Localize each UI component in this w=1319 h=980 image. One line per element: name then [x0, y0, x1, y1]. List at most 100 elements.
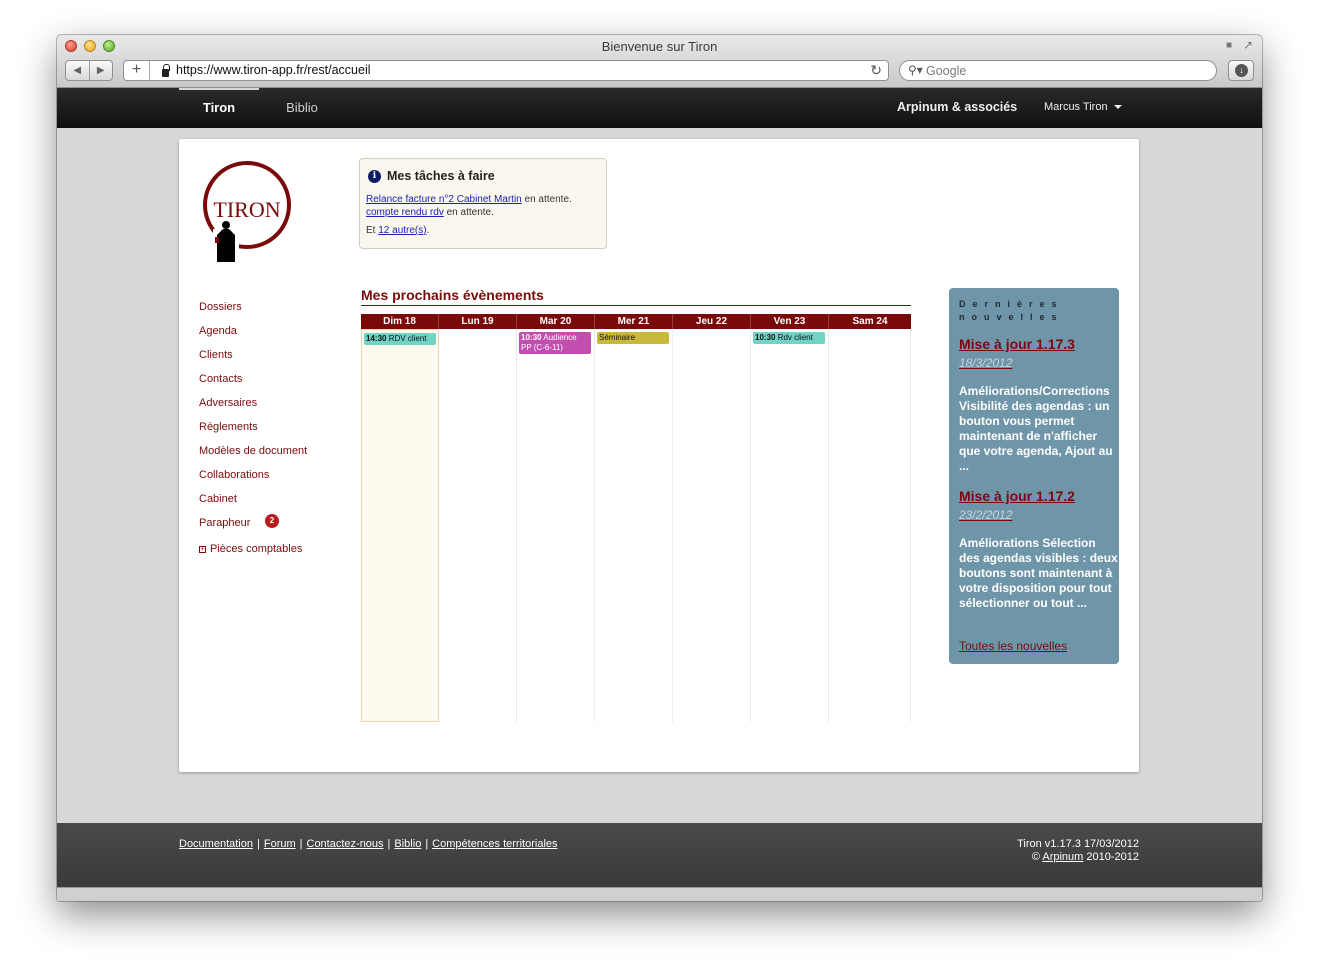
expand-icon[interactable]: +: [199, 546, 206, 553]
news-date: 23/2/2012: [959, 508, 1013, 522]
sidebar-item-modeles[interactable]: Modèles de document: [199, 445, 307, 457]
day-header[interactable]: Sam 24: [829, 314, 911, 329]
task-status: en attente.: [446, 207, 494, 218]
footer-links: Documentation | Forum | Contactez-nous | Bibli…: [179, 838, 558, 850]
footer-link-competences[interactable]: Compétences territoriales: [432, 838, 557, 850]
calendar-event[interactable]: 14:30 RDV client: [364, 333, 436, 345]
sidebar-item-adversaires[interactable]: Adversaires: [199, 397, 257, 409]
sidebar-item-collaborations[interactable]: Collaborations: [199, 469, 269, 481]
tasks-more-prefix: Et: [366, 225, 376, 236]
day-header[interactable]: Mar 20: [517, 314, 595, 329]
secure-lock-icon: [162, 64, 170, 77]
back-forward-buttons[interactable]: ◀ ▶: [65, 60, 113, 81]
divider: [361, 305, 911, 306]
address-bar[interactable]: + https://www.tiron-app.fr/rest/accueil …: [123, 60, 889, 81]
day-header[interactable]: Ven 23: [751, 314, 829, 329]
day-header[interactable]: Jeu 22: [673, 314, 751, 329]
day-column[interactable]: 10:30 Rdv client: [751, 329, 829, 722]
day-column[interactable]: [439, 329, 517, 722]
search-field[interactable]: ⚲▾ Google: [899, 60, 1217, 81]
sidebar-item-pieces-comptables[interactable]: + Pièces comptables: [199, 543, 302, 555]
task-link[interactable]: compte rendu rdv: [366, 207, 444, 218]
sidebar-item-cabinet[interactable]: Cabinet: [199, 493, 237, 505]
tab-biblio[interactable]: Biblio: [277, 88, 327, 128]
sidebar-item-label[interactable]: Pièces comptables: [210, 543, 302, 555]
copyright: © Arpinum 2010-2012: [1017, 851, 1139, 864]
all-news-link[interactable]: Toutes les nouvelles: [959, 639, 1067, 653]
calendar-event[interactable]: Séminaire: [597, 332, 669, 344]
app-navbar: Tiron Biblio Arpinum & associés Marcus T…: [57, 88, 1262, 128]
footer-link-contact[interactable]: Contactez-nous: [307, 838, 384, 850]
tasks-more-suffix: .: [426, 225, 430, 236]
window-bottom-bar: [57, 887, 1262, 901]
tasks-header: i Mes tâches à faire: [368, 169, 495, 183]
user-name[interactable]: Marcus Tiron: [1044, 101, 1108, 113]
event-label: Rdv client: [777, 333, 813, 342]
tasks-panel: i Mes tâches à faire Relance facture n°2…: [359, 158, 607, 249]
tasks-more-link[interactable]: 12 autre(s): [378, 225, 426, 236]
news-headline[interactable]: Mise à jour 1.17.2 23/2/2012: [959, 487, 1109, 524]
task-item: compte rendu rdv en attente.: [366, 207, 494, 218]
footer-link-biblio[interactable]: Biblio: [394, 838, 421, 850]
separator: |: [387, 838, 391, 850]
sidebar-item-agenda[interactable]: Agenda: [199, 325, 237, 337]
task-link[interactable]: Relance facture n°2 Cabinet Martin: [366, 194, 522, 205]
browser-window: Bienvenue sur Tiron ■ ↗ ◀ ▶ + https://ww…: [57, 35, 1262, 901]
events-title: Mes prochains évènements: [361, 287, 544, 303]
news-title: Dernières nouvelles: [959, 299, 1064, 322]
footer-link-forum[interactable]: Forum: [264, 838, 296, 850]
calendar-event[interactable]: 10:30 Audience PP (C-6-11): [519, 332, 591, 354]
news-date: 18/3/2012: [959, 356, 1013, 370]
week-calendar: Dim 18 Lun 19 Mar 20 Mer 21 Jeu 22 Ven 2…: [361, 314, 911, 722]
day-column[interactable]: Séminaire: [595, 329, 673, 722]
download-icon: ↓: [1235, 64, 1248, 77]
footer-version: Tiron v1.17.3 17/03/2012 © Arpinum 2010-…: [1017, 838, 1139, 864]
url-text[interactable]: https://www.tiron-app.fr/rest/accueil: [176, 63, 371, 77]
search-placeholder[interactable]: Google: [926, 64, 966, 78]
calendar-event[interactable]: 10:30 Rdv client: [753, 332, 825, 344]
add-bookmark-button[interactable]: +: [124, 61, 150, 80]
tasks-more: Et 12 autre(s).: [366, 225, 429, 236]
user-menu[interactable]: Marcus Tiron: [1044, 88, 1122, 126]
day-column[interactable]: 14:30 RDV client: [361, 329, 439, 722]
browser-chrome: Bienvenue sur Tiron ■ ↗ ◀ ▶ + https://ww…: [57, 35, 1262, 88]
news-panel: Dernières nouvelles Mise à jour 1.17.3 1…: [949, 288, 1119, 664]
lock-icon: ■: [1225, 40, 1232, 51]
day-header[interactable]: Lun 19: [439, 314, 517, 329]
calendar-header: Dim 18 Lun 19 Mar 20 Mer 21 Jeu 22 Ven 2…: [361, 314, 911, 329]
day-column[interactable]: [673, 329, 751, 722]
version-text: Tiron v1.17.3 17/03/2012: [1017, 838, 1139, 850]
caret-down-icon[interactable]: [1113, 105, 1122, 109]
firm-name[interactable]: Arpinum & associés: [897, 88, 1017, 126]
sidebar-item-clients[interactable]: Clients: [199, 349, 233, 361]
notification-badge: 2: [265, 514, 279, 528]
sidebar-item-label[interactable]: Parapheur: [199, 517, 250, 529]
news-headline[interactable]: Mise à jour 1.17.3 18/3/2012: [959, 335, 1109, 372]
separator: |: [425, 838, 429, 850]
fullscreen-icon[interactable]: ↗: [1243, 38, 1253, 52]
news-body: Améliorations/Corrections Visibilité des…: [959, 384, 1113, 473]
day-header[interactable]: Dim 18: [361, 314, 439, 329]
footer: Documentation | Forum | Contactez-nous | Bibli…: [57, 823, 1262, 887]
day-column[interactable]: [829, 329, 911, 722]
window-title: Bienvenue sur Tiron: [601, 39, 718, 54]
sidebar-item-parapheur[interactable]: Parapheur 2: [199, 514, 279, 529]
day-column[interactable]: 10:30 Audience PP (C-6-11): [517, 329, 595, 722]
separator: |: [299, 838, 303, 850]
footer-link-documentation[interactable]: Documentation: [179, 838, 253, 850]
back-icon[interactable]: ◀: [66, 61, 90, 80]
news-headline-text[interactable]: Mise à jour 1.17.2: [959, 488, 1075, 504]
forward-icon[interactable]: ▶: [90, 61, 113, 80]
news-headline-text[interactable]: Mise à jour 1.17.3: [959, 336, 1075, 352]
day-header[interactable]: Mer 21: [595, 314, 673, 329]
sidebar-item-contacts[interactable]: Contacts: [199, 373, 242, 385]
tab-tiron[interactable]: Tiron: [179, 88, 259, 128]
downloads-button[interactable]: ↓: [1228, 60, 1254, 81]
arpinum-link[interactable]: Arpinum: [1042, 851, 1083, 863]
reload-icon[interactable]: ↻: [870, 62, 882, 79]
sidebar-item-dossiers[interactable]: Dossiers: [199, 301, 242, 313]
event-time: 14:30: [366, 334, 387, 343]
event-label: Séminaire: [599, 333, 636, 342]
tiron-logo[interactable]: TIRON: [199, 157, 299, 267]
sidebar-item-reglements[interactable]: Règlements: [199, 421, 258, 433]
